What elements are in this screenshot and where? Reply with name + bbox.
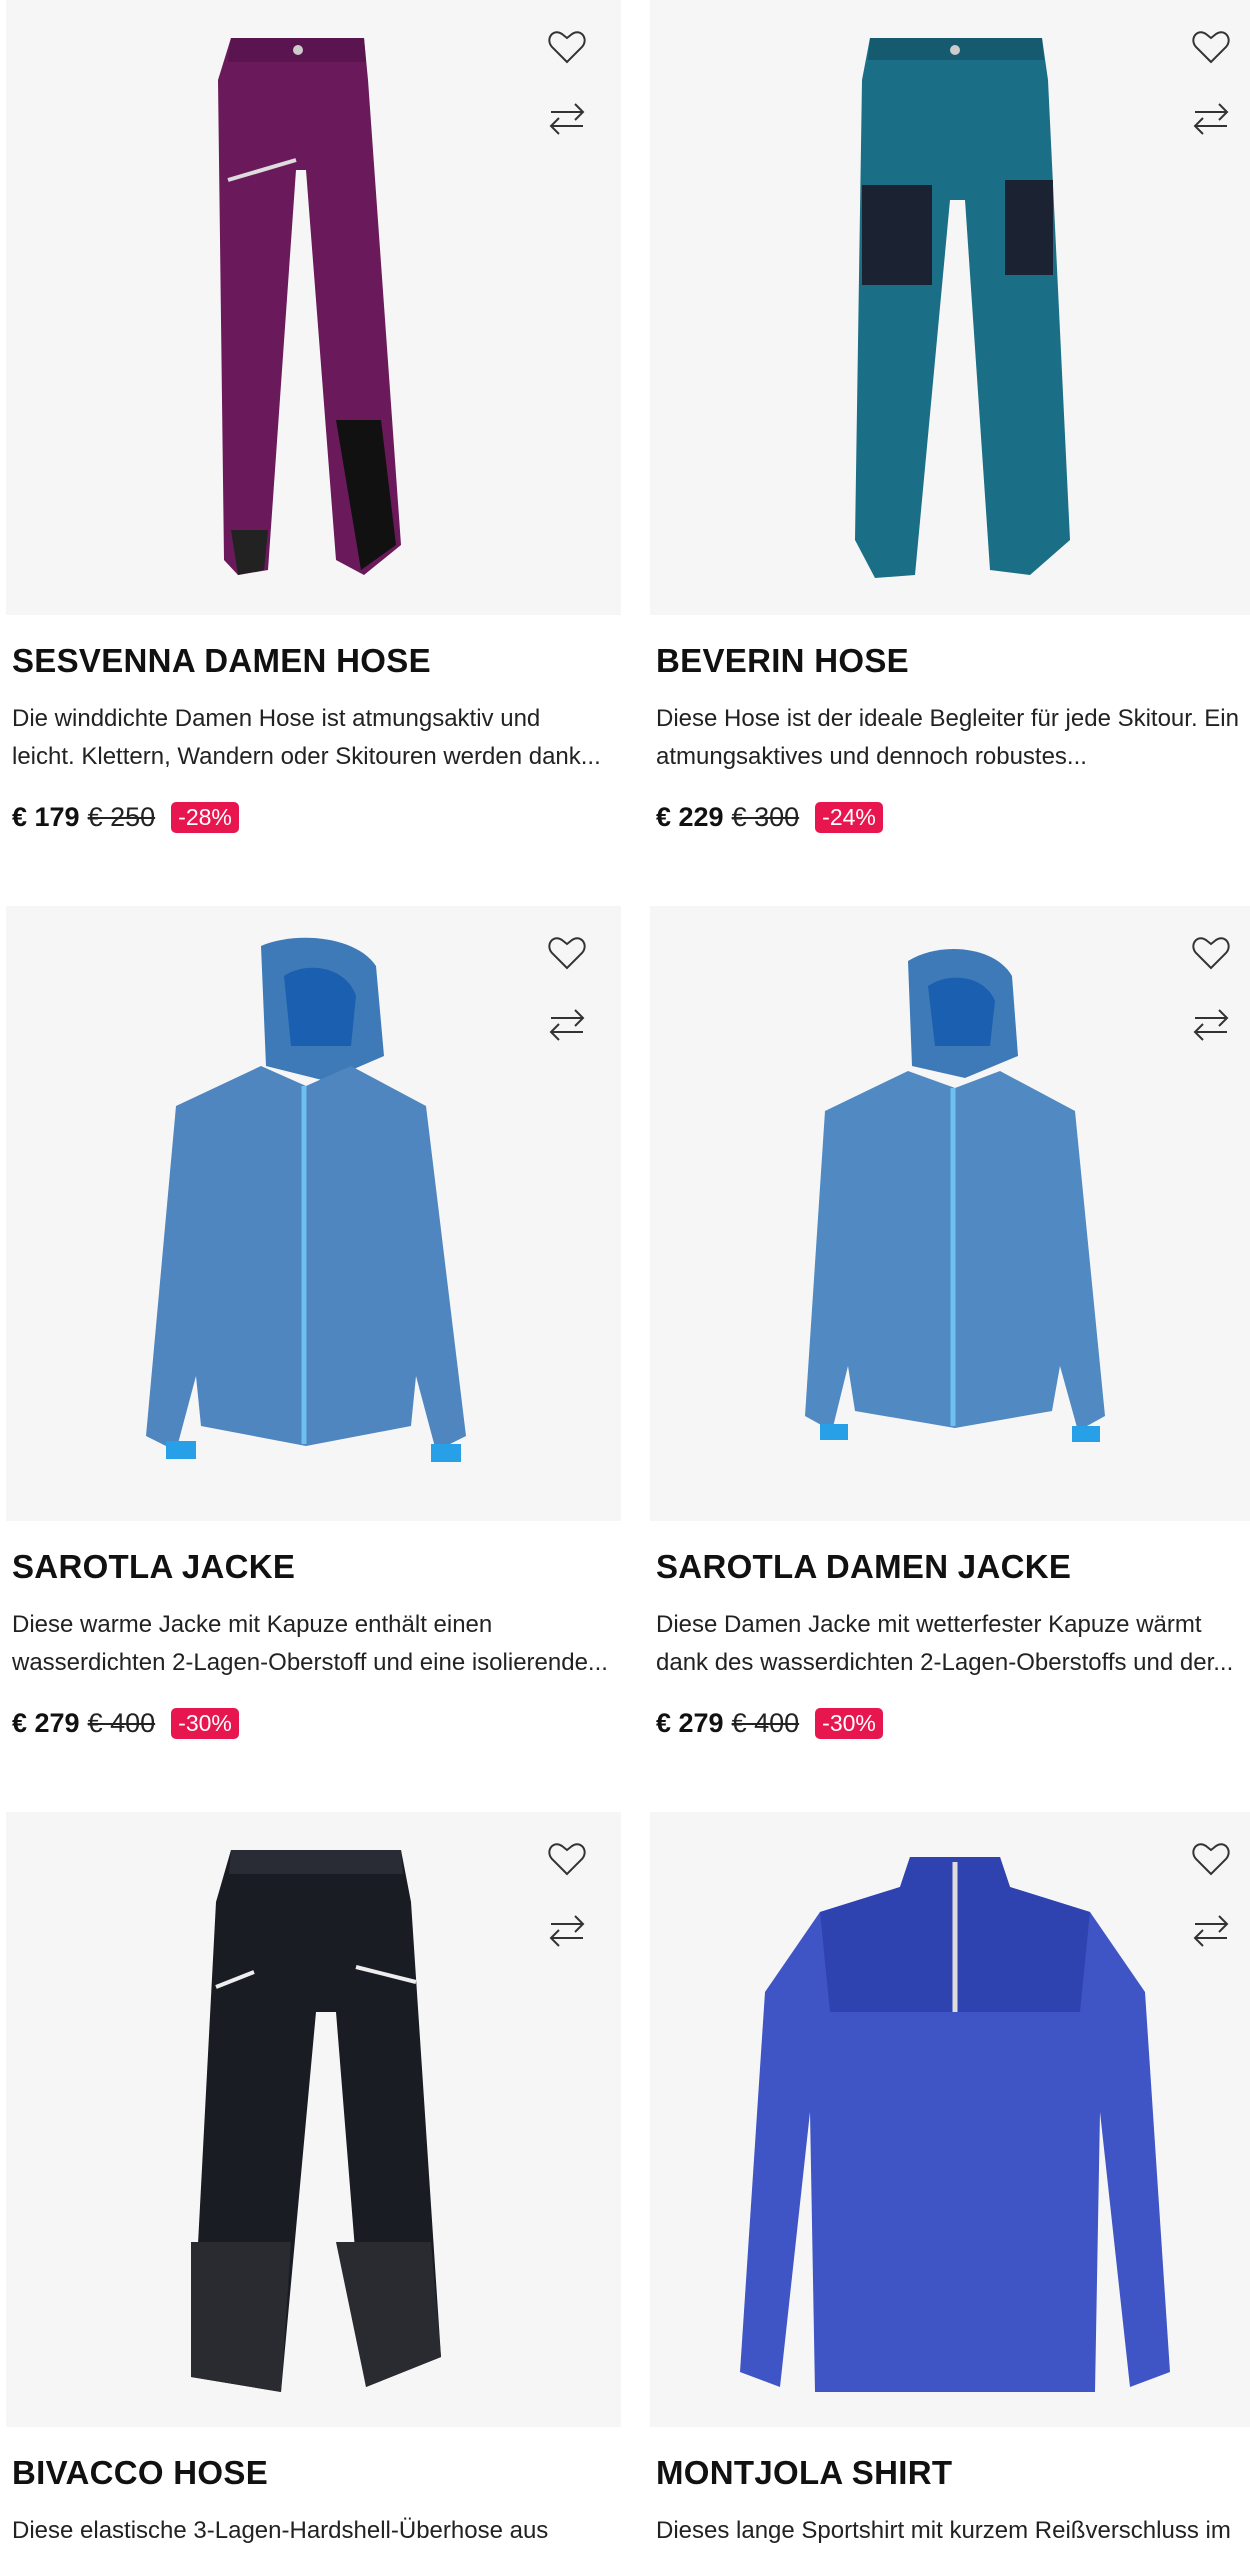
- description-line: atmungsaktives und dennoch robustes...: [656, 743, 1087, 770]
- old-price: € 400: [87, 1708, 156, 1738]
- product-image[interactable]: [650, 906, 1250, 1521]
- price-row: € 279 € 400 -30%: [12, 1708, 239, 1739]
- heart-icon[interactable]: [1189, 931, 1233, 975]
- price-row: € 179 € 250 -28%: [12, 802, 239, 833]
- product-title[interactable]: BIVACCO HOSE: [12, 2454, 268, 2492]
- discount-badge: -30%: [815, 1708, 883, 1739]
- old-price: € 400: [731, 1708, 800, 1738]
- compare-icon[interactable]: [545, 1909, 589, 1953]
- product-image[interactable]: [650, 0, 1250, 615]
- teal-pants-image: [855, 38, 1070, 578]
- blue-shirt-image: [740, 1857, 1170, 2392]
- product-title[interactable]: SAROTLA JACKE: [12, 1548, 295, 1586]
- old-price: € 300: [731, 802, 800, 832]
- product-description: Diese Hose ist der ideale Begleiter für …: [656, 700, 1250, 776]
- compare-icon[interactable]: [545, 97, 589, 141]
- product-title[interactable]: SAROTLA DAMEN JACKE: [656, 1548, 1071, 1586]
- discount-badge: -30%: [171, 1708, 239, 1739]
- product-image[interactable]: [6, 1812, 621, 2427]
- current-price: € 229: [656, 802, 724, 832]
- heart-icon[interactable]: [545, 25, 589, 69]
- price-row: € 279 € 400 -30%: [656, 1708, 883, 1739]
- heart-icon[interactable]: [545, 1837, 589, 1881]
- current-price: € 279: [656, 1708, 724, 1738]
- product-image[interactable]: [6, 906, 621, 1521]
- product-description: Dieses lange Sportshirt mit kurzem Reißv…: [656, 2512, 1250, 2550]
- compare-icon[interactable]: [545, 1003, 589, 1047]
- description-line: Diese elastische 3-Lagen-Hardshell-Überh…: [12, 2517, 549, 2544]
- description-line: Dieses lange Sportshirt mit kurzem Reißv…: [656, 2517, 1231, 2544]
- product-description: Diese elastische 3-Lagen-Hardshell-Überh…: [12, 2512, 612, 2550]
- discount-badge: -24%: [815, 802, 883, 833]
- current-price: € 179: [12, 802, 80, 832]
- description-line: dank des wasserdichten 2-Lagen-Oberstoff…: [656, 1649, 1234, 1676]
- product-description: Die winddichte Damen Hose ist atmungsakt…: [12, 700, 612, 776]
- purple-pants-image: [218, 38, 401, 575]
- product-title[interactable]: BEVERIN HOSE: [656, 642, 909, 680]
- product-image[interactable]: [650, 1812, 1250, 2427]
- price-row: € 229 € 300 -24%: [656, 802, 883, 833]
- description-line: Diese Damen Jacke mit wetterfester Kapuz…: [656, 1611, 1202, 1638]
- current-price: € 279: [12, 1708, 80, 1738]
- description-line: wasserdichten 2-Lagen-Oberstoff und eine…: [12, 1649, 608, 1676]
- discount-badge: -28%: [171, 802, 239, 833]
- product-description: Diese warme Jacke mit Kapuze enthält ein…: [12, 1606, 612, 1682]
- product-title[interactable]: SESVENNA DAMEN HOSE: [12, 642, 431, 680]
- product-image[interactable]: [6, 0, 621, 615]
- heart-icon[interactable]: [1189, 25, 1233, 69]
- description-line: Diese Hose ist der ideale Begleiter für …: [656, 705, 1239, 732]
- product-title[interactable]: MONTJOLA SHIRT: [656, 2454, 952, 2492]
- old-price: € 250: [87, 802, 156, 832]
- product-description: Diese Damen Jacke mit wetterfester Kapuz…: [656, 1606, 1250, 1682]
- compare-icon[interactable]: [1189, 1909, 1233, 1953]
- blue-jacket-women-image: [805, 949, 1105, 1442]
- heart-icon[interactable]: [1189, 1837, 1233, 1881]
- description-line: leicht. Klettern, Wandern oder Skitouren…: [12, 743, 601, 770]
- description-line: Die winddichte Damen Hose ist atmungsakt…: [12, 705, 541, 732]
- compare-icon[interactable]: [1189, 97, 1233, 141]
- description-line: Diese warme Jacke mit Kapuze enthält ein…: [12, 1611, 493, 1638]
- compare-icon[interactable]: [1189, 1003, 1233, 1047]
- blue-jacket-image: [146, 937, 466, 1462]
- black-pants-image: [191, 1850, 441, 2392]
- heart-icon[interactable]: [545, 931, 589, 975]
